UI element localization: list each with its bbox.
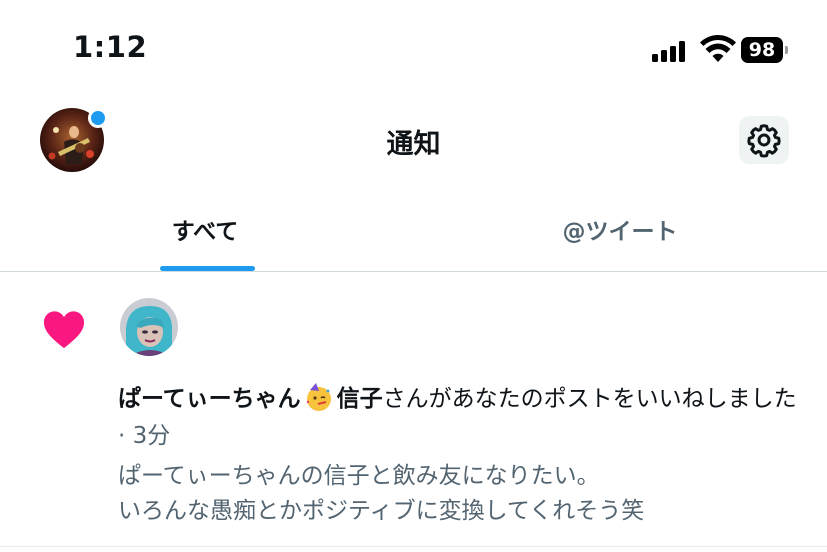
post-line: ぱーてぃーちゃんの信子と飲み友になりたい。 [118, 463, 600, 489]
user-avatar-icon [120, 298, 178, 356]
item-divider [0, 546, 827, 547]
status-time: 1:12 [73, 30, 148, 64]
heart-icon [43, 311, 85, 349]
user-avatar[interactable] [120, 298, 178, 356]
settings-button[interactable] [739, 116, 789, 164]
tab-all[interactable]: すべて [120, 212, 290, 246]
timestamp: 3分 [132, 423, 171, 449]
gear-icon [747, 124, 781, 158]
tab-mentions[interactable]: @ツイート [520, 212, 720, 246]
battery-icon: 98 [741, 37, 789, 63]
user-name-2[interactable]: 信子 [337, 386, 383, 412]
page-title: 通知 [386, 129, 441, 160]
cellular-signal-icon [652, 40, 692, 62]
post-preview[interactable]: ぱーてぃーちゃんの信子と飲み友になりたい。 いろんな愚痴とかポジティブに変換して… [118, 459, 808, 529]
post-line: いろんな愚痴とかポジティブに変換してくれそう笑 [118, 498, 645, 524]
notification-text: ぱーてぃーちゃん 信子さんがあなたのポストをいいねしました · 3分 [118, 381, 808, 455]
separator: · [118, 423, 133, 449]
wifi-icon [700, 35, 736, 62]
user-name[interactable]: ぱーてぃーちゃん [118, 386, 301, 412]
battery-level: 98 [741, 37, 783, 63]
action-text: さんがあなたのポストをいいねしました [382, 386, 797, 412]
party-face-emoji-icon [306, 383, 331, 411]
